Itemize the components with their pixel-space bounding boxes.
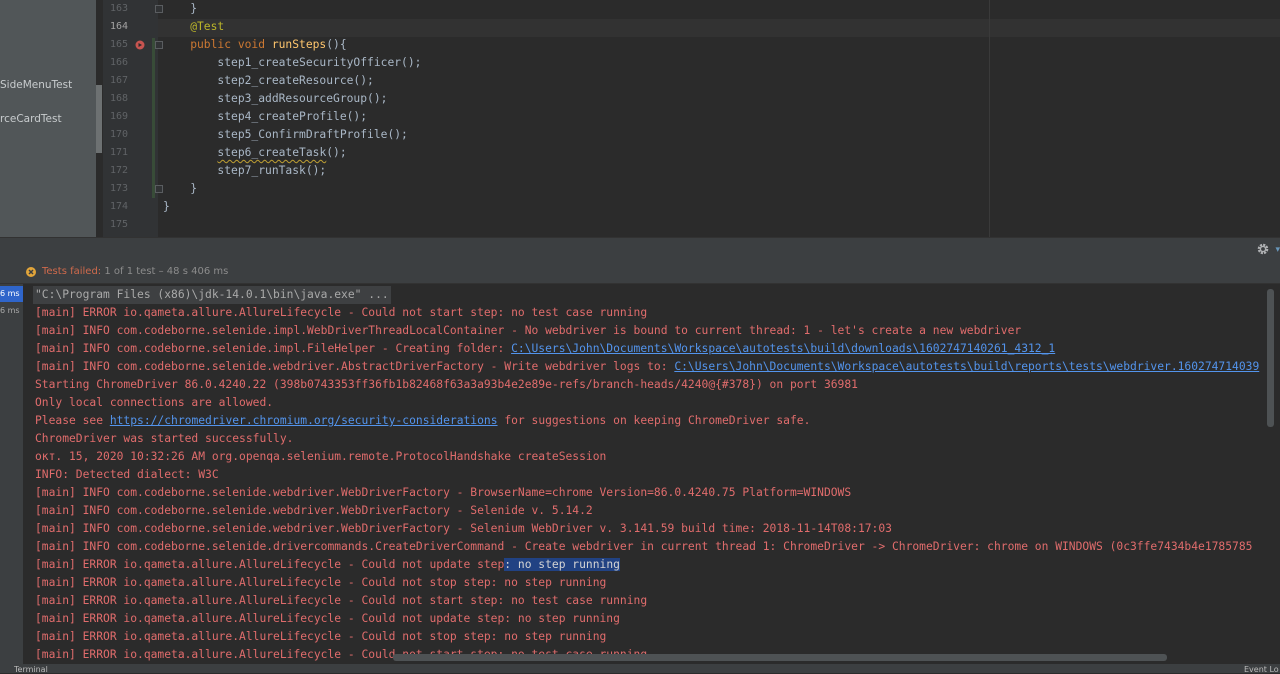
console-text: Please see (35, 414, 110, 427)
line-number: 170 (109, 129, 128, 140)
console-line[interactable]: [main] ERROR io.qameta.allure.AllureLife… (35, 628, 606, 646)
line-number: 168 (109, 93, 128, 104)
console-line[interactable]: [main] INFO com.codeborne.selenide.drive… (35, 538, 1252, 556)
console-line[interactable]: [main] INFO com.codeborne.selenide.impl.… (35, 340, 1055, 358)
right-margin-guide (989, 0, 990, 237)
fold-icon[interactable] (155, 185, 163, 193)
console-line[interactable]: Please see https://chromedriver.chromium… (35, 412, 810, 430)
code-line[interactable]: } (163, 180, 197, 198)
test-failed-icon (26, 267, 36, 277)
console-line[interactable]: Starting ChromeDriver 86.0.4240.22 (398b… (35, 376, 858, 394)
console-line[interactable]: [main] ERROR io.qameta.allure.AllureLife… (35, 592, 647, 610)
code-line[interactable]: step7_runTask(); (163, 162, 326, 180)
console-line[interactable]: окт. 15, 2020 10:32:26 AM org.openqa.sel… (35, 448, 606, 466)
tests-failed-detail: 1 of 1 test – 48 s 406 ms (104, 266, 229, 277)
code-line[interactable]: step3_addResourceGroup(); (163, 90, 387, 108)
console-line[interactable]: [main] ERROR io.qameta.allure.AllureLife… (35, 304, 647, 322)
console-text: for suggestions on keeping ChromeDriver … (497, 414, 811, 427)
line-number: 174 (109, 201, 128, 212)
gear-icon[interactable] (1256, 242, 1270, 256)
console-line[interactable]: Only local connections are allowed. (35, 394, 273, 412)
console-text: [main] INFO com.codeborne.selenide.webdr… (35, 360, 675, 373)
console-line[interactable]: [main] INFO com.codeborne.selenide.webdr… (35, 358, 1259, 376)
line-number: 167 (109, 75, 128, 86)
project-panel: SideMenuTest rceCardTest (0, 0, 96, 237)
line-number: 163 (109, 3, 128, 14)
test-status-bar: Tests failed: 1 of 1 test – 48 s 406 ms (0, 261, 1280, 284)
chevron-down-icon[interactable]: ▾ (1275, 245, 1280, 255)
code-line[interactable]: step4_createProfile(); (163, 108, 367, 126)
console-line[interactable]: [main] INFO com.codeborne.selenide.webdr… (35, 520, 892, 538)
console-line[interactable]: [main] ERROR io.qameta.allure.AllureLife… (35, 574, 606, 592)
console-line[interactable]: INFO: Detected dialect: W3C (35, 466, 219, 484)
code-line[interactable]: step5_ConfirmDraftProfile(); (163, 126, 407, 144)
code-line[interactable]: public void runSteps(){ (163, 36, 346, 54)
line-number: 164 (109, 21, 128, 32)
console-url-link[interactable]: https://chromedriver.chromium.org/securi… (110, 414, 498, 427)
project-tree-item[interactable]: rceCardTest (0, 113, 62, 125)
console-text: [main] ERROR io.qameta.allure.AllureLife… (35, 558, 505, 571)
tests-failed-label: Tests failed: (42, 266, 102, 277)
code-line[interactable]: } (163, 198, 170, 216)
console-line[interactable]: [main] INFO com.codeborne.selenide.webdr… (35, 502, 593, 520)
line-number: 169 (109, 111, 128, 122)
console-text: [main] INFO com.codeborne.selenide.impl.… (35, 342, 512, 355)
run-toolwindow-header: ▾ (0, 237, 1280, 261)
line-number: 173 (109, 183, 128, 194)
console-horizontal-scrollbar[interactable] (393, 654, 1167, 661)
line-number: 166 (109, 57, 128, 68)
fold-icon[interactable] (155, 41, 163, 49)
console-line[interactable]: [main] ERROR io.qameta.allure.AllureLife… (35, 610, 620, 628)
test-tree-panel[interactable]: 6 ms 6 ms (0, 284, 23, 673)
code-line[interactable]: @Test (163, 18, 224, 36)
line-number: 165 (109, 39, 128, 50)
console-path-link[interactable]: C:\Users\John\Documents\Workspace\autote… (674, 360, 1259, 373)
console-line[interactable]: [main] ERROR io.qameta.allure.AllureLife… (35, 556, 620, 574)
console-output[interactable]: "C:\Program Files (x86)\jdk-14.0.1\bin\j… (23, 284, 1280, 673)
console-line[interactable]: ChromeDriver was started successfully. (35, 430, 293, 448)
line-number: 175 (109, 219, 128, 230)
console-vertical-scrollbar[interactable] (1267, 289, 1274, 427)
code-line[interactable]: } (163, 0, 197, 18)
run-test-icon[interactable] (135, 40, 145, 50)
vcs-change-marker[interactable] (152, 38, 155, 198)
console-command-line[interactable]: "C:\Program Files (x86)\jdk-14.0.1\bin\j… (33, 286, 391, 304)
code-line[interactable]: step6_createTask(); (163, 144, 346, 162)
code-editor[interactable]: 163 164 165 166 167 168 169 170 171 172 … (103, 0, 1280, 237)
current-line-highlight (158, 19, 1280, 37)
console-path-link[interactable]: C:\Users\John\Documents\Workspace\autote… (511, 342, 1055, 355)
console-line[interactable]: [main] INFO com.codeborne.selenide.webdr… (35, 484, 851, 502)
console-line[interactable]: [main] INFO com.codeborne.selenide.impl.… (35, 322, 1021, 340)
project-tree-item[interactable]: SideMenuTest (0, 79, 72, 91)
line-number: 171 (109, 147, 128, 158)
test-tree-item[interactable]: 6 ms (0, 286, 23, 302)
test-status-text: Tests failed: 1 of 1 test – 48 s 406 ms (42, 266, 228, 277)
fold-icon[interactable] (155, 5, 163, 13)
test-tree-item[interactable]: 6 ms (0, 303, 23, 319)
selected-text[interactable]: : no step running (504, 558, 620, 571)
code-line[interactable]: step1_createSecurityOfficer(); (163, 54, 421, 72)
bottom-tool-bar: Terminal Event Lo (0, 664, 1280, 674)
code-line[interactable]: step2_createResource(); (163, 72, 373, 90)
line-number: 172 (109, 165, 128, 176)
